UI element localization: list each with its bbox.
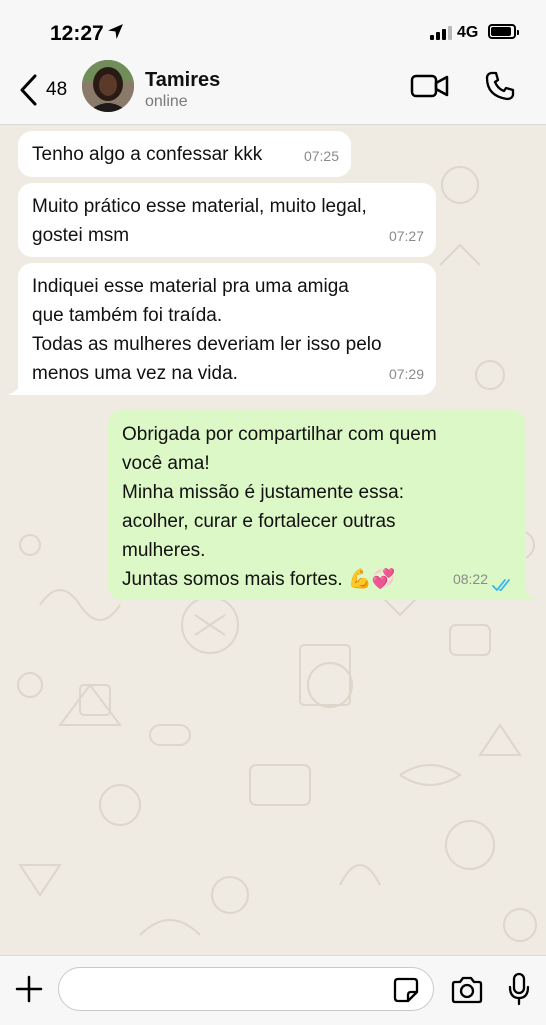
avatar-image bbox=[82, 60, 134, 112]
bubble-tail bbox=[522, 586, 538, 600]
chat-area[interactable]: Tenho algo a confessar kkk 07:25 Muito p… bbox=[0, 125, 546, 955]
message-input[interactable] bbox=[58, 967, 434, 1011]
message-bubble-outgoing[interactable]: Obrigada por compartilhar com quem você … bbox=[108, 410, 526, 600]
message-text: Obrigada por compartilhar com quem você … bbox=[122, 424, 437, 590]
unread-count: 48 bbox=[46, 79, 68, 100]
message-bubble-incoming[interactable]: Indiquei esse material pra uma amiga que… bbox=[18, 263, 436, 395]
microphone-icon[interactable] bbox=[508, 972, 530, 1006]
message-time: 07:29 bbox=[388, 366, 424, 382]
message-text: Tenho algo a confessar kkk bbox=[32, 144, 263, 165]
message-bubble-incoming[interactable]: Tenho algo a confessar kkk 07:25 bbox=[18, 131, 351, 177]
contact-name[interactable]: Tamires bbox=[145, 69, 220, 92]
double-check-read-icon bbox=[492, 579, 510, 591]
message-time: 08:22 bbox=[452, 571, 488, 587]
phone-icon[interactable] bbox=[484, 70, 516, 102]
video-call-icon[interactable] bbox=[410, 72, 450, 100]
chevron-left-icon bbox=[20, 74, 37, 106]
message-text: Muito prático esse material, muito legal… bbox=[32, 196, 367, 246]
message-bubble-incoming[interactable]: Muito prático esse material, muito legal… bbox=[18, 183, 436, 257]
status-bar: 12:27 4G bbox=[0, 0, 546, 60]
message-time: 07:27 bbox=[388, 228, 424, 244]
message-time: 07:25 bbox=[303, 148, 339, 164]
bubble-tail bbox=[8, 381, 24, 395]
status-time: 12:27 bbox=[50, 22, 104, 45]
sticker-icon[interactable] bbox=[392, 976, 420, 1004]
cellular-signal-icon bbox=[430, 26, 452, 40]
plus-icon[interactable] bbox=[14, 974, 44, 1004]
message-composer bbox=[0, 955, 546, 1025]
message-text: Indiquei esse material pra uma amiga que… bbox=[32, 276, 382, 384]
location-arrow-icon bbox=[108, 24, 123, 39]
network-type: 4G bbox=[457, 24, 479, 41]
battery-icon bbox=[488, 24, 519, 39]
back-button[interactable]: 48 bbox=[18, 68, 88, 112]
contact-status: online bbox=[145, 93, 188, 110]
chat-header: 48 Tamires online bbox=[0, 60, 546, 125]
avatar[interactable] bbox=[82, 60, 134, 112]
camera-icon[interactable] bbox=[450, 976, 484, 1004]
